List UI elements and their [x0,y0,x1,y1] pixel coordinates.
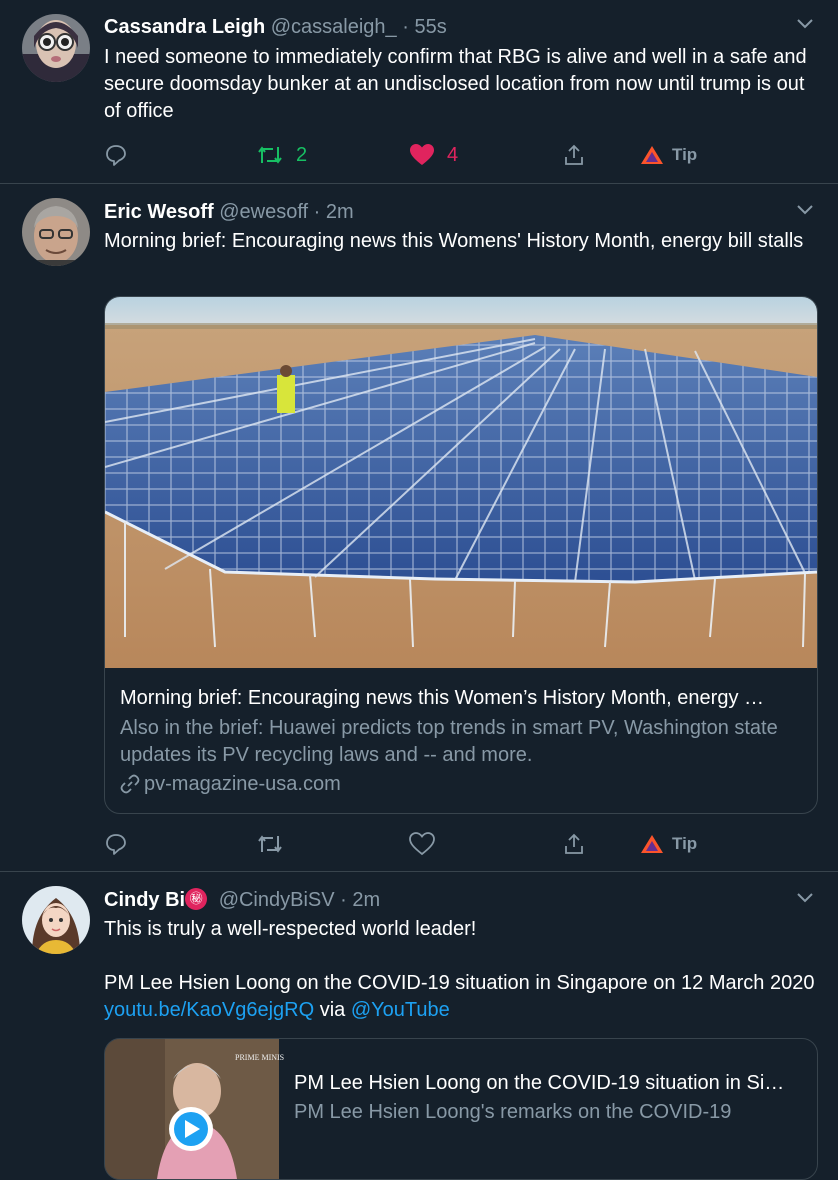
tweet-eric[interactable]: Eric Wesoff @ewesoff · 2m Morning brief:… [0,184,838,872]
card-domain-text: pv-magazine-usa.com [144,773,341,795]
avatar[interactable] [22,198,90,266]
card-domain: pv-magazine-usa.com [120,771,341,797]
tweet-text-paragraph: PM Lee Hsien Loong on the COVID-19 situa… [104,970,816,1024]
retweet-button[interactable] [256,829,284,859]
avatar[interactable] [22,886,90,954]
display-name[interactable]: Cassandra Leigh [104,16,265,38]
share-button[interactable] [562,829,586,859]
card-thumbnail[interactable]: PRIME MINIS [105,1039,284,1179]
timestamp[interactable]: 55s [414,16,446,38]
share-icon [565,144,583,165]
via-text: via [319,999,346,1021]
share-icon [565,833,583,854]
tweet-header: Cindy Bi ㊙ @CindyBiSV · 2m [104,888,380,912]
tip-icon [641,146,663,164]
like-icon [409,832,435,856]
share-button[interactable] [562,140,586,170]
card-description: PM Lee Hsien Loong's remarks on the COVI… [294,1101,732,1123]
tweet-cassandra[interactable]: Cassandra Leigh @cassaleigh_ · 55s I nee… [0,0,838,184]
tip-button[interactable]: Tip [640,829,697,859]
reply-button[interactable] [104,140,128,170]
retweet-button[interactable]: 2 [256,140,307,170]
tip-label: Tip [672,834,698,853]
card-title: PM Lee Hsien Loong on the COVID-19 situa… [294,1072,785,1094]
user-handle[interactable]: @cassaleigh_ [271,16,397,38]
reply-icon [106,834,126,855]
separator-dot: · [313,201,321,223]
tweet-header: Cassandra Leigh @cassaleigh_ · 55s [104,15,447,39]
card-title: Morning brief: Encouraging news this Wom… [120,687,764,709]
user-handle[interactable]: @CindyBiSV [219,889,335,911]
retweet-icon [258,146,282,164]
retweet-icon [258,835,282,853]
tip-label: Tip [672,145,698,164]
chevron-down-icon[interactable] [794,12,816,34]
link-icon [120,774,140,794]
tweet-actions: Tip [104,829,816,859]
tweet-cindy[interactable]: Cindy Bi ㊙ @CindyBiSV · 2m This is truly … [0,872,838,1180]
tweet-text-body: PM Lee Hsien Loong on the COVID-19 situa… [104,972,815,994]
display-name[interactable]: Cindy Bi [104,889,185,911]
card-description: Also in the brief: Huawei predicts top t… [120,717,778,766]
tweet-text: Morning brief: Encouraging news this Wom… [104,230,804,252]
like-button[interactable] [409,829,435,859]
tweet-link[interactable]: youtu.be/KaoVg6ejgRQ [104,999,314,1021]
tip-icon [641,835,663,853]
reply-button[interactable] [104,829,128,859]
card-image[interactable] [105,297,817,668]
reply-icon [106,145,126,166]
user-handle[interactable]: @ewesoff [219,201,308,223]
like-count: 4 [447,143,459,166]
timestamp[interactable]: 2m [352,889,380,911]
tweet-header: Eric Wesoff @ewesoff · 2m [104,200,354,224]
separator-dot: · [402,16,409,38]
like-button[interactable]: 4 [409,140,458,170]
tweet-text: This is truly a well-respected world lea… [104,916,816,1024]
name-badge: ㊙ [185,888,208,910]
avatar[interactable] [22,14,90,82]
tweet-text-line: This is truly a well-respected world lea… [104,918,477,940]
timestamp[interactable]: 2m [326,201,354,223]
mention-link[interactable]: @YouTube [351,999,450,1021]
thumbnail-caption: PRIME MINIS [235,1053,285,1062]
tweet-actions: 2 4 Tip [104,140,816,170]
tip-button[interactable]: Tip [640,140,697,170]
chevron-down-icon[interactable] [794,886,816,908]
tweet-text: I need someone to immediately confirm th… [104,46,807,122]
retweet-count: 2 [296,143,308,166]
video-card[interactable]: PRIME MINIS PM Lee Hsien Loong on the CO… [104,1038,818,1180]
separator-dot: · [340,889,347,911]
display-name[interactable]: Eric Wesoff [104,201,214,223]
chevron-down-icon[interactable] [794,198,816,220]
link-card[interactable]: Morning brief: Encouraging news this Wom… [104,296,818,814]
like-icon [410,144,434,165]
